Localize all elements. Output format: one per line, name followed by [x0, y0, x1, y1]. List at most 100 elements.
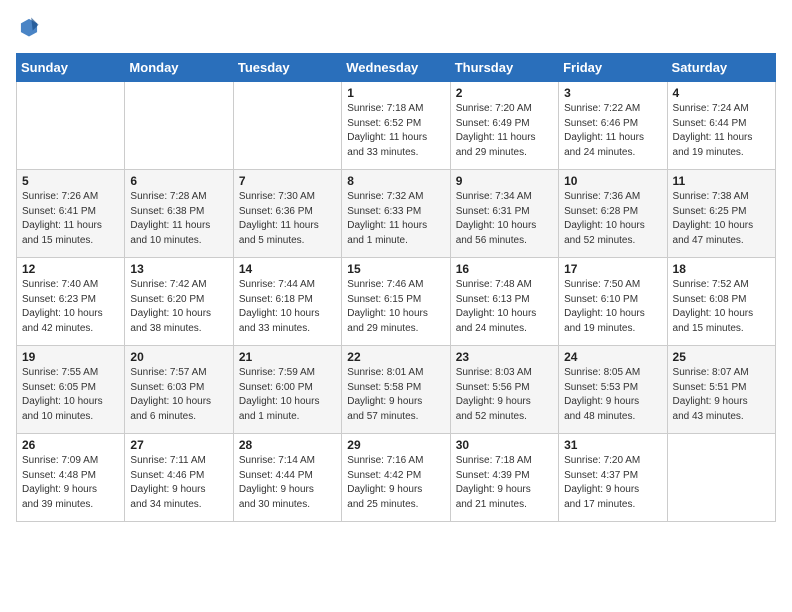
day-cell: 1Sunrise: 7:18 AM Sunset: 6:52 PM Daylig… [342, 82, 450, 170]
day-number: 31 [564, 438, 661, 452]
day-cell [125, 82, 233, 170]
day-cell: 11 Sunrise: 7:38 AM Sunset: 6:25 PM Dayli… [667, 170, 775, 258]
day-cell: 23 Sunrise: 8:03 AM Sunset: 5:56 PM Dayli… [450, 346, 558, 434]
day-cell: 15Sunrise: 7:46 AM Sunset: 6:15 PM Dayli… [342, 258, 450, 346]
day-info: Sunrise: 7:38 AM Sunset: 6:25 PM Dayligh… [673, 190, 770, 248]
day-number: 23 [456, 350, 553, 364]
day-cell: 29 Sunrise: 7:16 AM Sunset: 4:42 PM Dayli… [342, 434, 450, 522]
day-number: 7 [239, 174, 336, 188]
day-cell: 2Sunrise: 7:20 AM Sunset: 6:49 PM Daylig… [450, 82, 558, 170]
day-info: Sunrise: 8:05 AM Sunset: 5:53 PM Dayligh… [564, 366, 661, 424]
day-number: 6 [130, 174, 227, 188]
day-info: Sunrise: 7:50 AM Sunset: 6:10 PM Dayligh… [564, 278, 661, 336]
header-cell-tuesday: Tuesday [233, 54, 341, 82]
day-cell: 12 Sunrise: 7:40 AM Sunset: 6:23 PM Dayli… [17, 258, 125, 346]
day-info: Sunrise: 7:20 AM Sunset: 4:37 PM Dayligh… [564, 454, 661, 512]
day-number: 11 [673, 174, 770, 188]
day-info: Sunrise: 8:07 AM Sunset: 5:51 PM Dayligh… [673, 366, 770, 424]
day-cell: 14Sunrise: 7:44 AM Sunset: 6:18 PM Dayli… [233, 258, 341, 346]
week-row-5: 26 Sunrise: 7:09 AM Sunset: 4:48 PM Dayli… [17, 434, 776, 522]
day-info: Sunrise: 7:36 AM Sunset: 6:28 PM Dayligh… [564, 190, 661, 248]
day-info: Sunrise: 7:40 AM Sunset: 6:23 PM Dayligh… [22, 278, 119, 336]
day-cell: 31 Sunrise: 7:20 AM Sunset: 4:37 PM Dayli… [559, 434, 667, 522]
day-cell: 17 Sunrise: 7:50 AM Sunset: 6:10 PM Dayli… [559, 258, 667, 346]
day-cell: 24 Sunrise: 8:05 AM Sunset: 5:53 PM Dayli… [559, 346, 667, 434]
header-cell-monday: Monday [125, 54, 233, 82]
day-cell: 26 Sunrise: 7:09 AM Sunset: 4:48 PM Dayli… [17, 434, 125, 522]
day-number: 17 [564, 262, 661, 276]
day-cell: 16Sunrise: 7:48 AM Sunset: 6:13 PM Dayli… [450, 258, 558, 346]
day-cell: 6 Sunrise: 7:28 AM Sunset: 6:38 PM Daylig… [125, 170, 233, 258]
header-cell-wednesday: Wednesday [342, 54, 450, 82]
logo-icon [18, 16, 40, 38]
day-info: Sunrise: 7:42 AM Sunset: 6:20 PM Dayligh… [130, 278, 227, 336]
page-header [16, 16, 776, 43]
day-cell: 4 Sunrise: 7:24 AM Sunset: 6:44 PM Daylig… [667, 82, 775, 170]
header-cell-friday: Friday [559, 54, 667, 82]
calendar-body: 1Sunrise: 7:18 AM Sunset: 6:52 PM Daylig… [17, 82, 776, 522]
day-cell: 30 Sunrise: 7:18 AM Sunset: 4:39 PM Dayli… [450, 434, 558, 522]
header-cell-sunday: Sunday [17, 54, 125, 82]
day-number: 3 [564, 86, 661, 100]
day-cell: 8 Sunrise: 7:32 AM Sunset: 6:33 PM Daylig… [342, 170, 450, 258]
day-number: 27 [130, 438, 227, 452]
day-cell: 10Sunrise: 7:36 AM Sunset: 6:28 PM Dayli… [559, 170, 667, 258]
week-row-1: 1Sunrise: 7:18 AM Sunset: 6:52 PM Daylig… [17, 82, 776, 170]
day-number: 12 [22, 262, 119, 276]
day-cell [667, 434, 775, 522]
day-info: Sunrise: 8:03 AM Sunset: 5:56 PM Dayligh… [456, 366, 553, 424]
day-info: Sunrise: 7:32 AM Sunset: 6:33 PM Dayligh… [347, 190, 444, 248]
day-number: 9 [456, 174, 553, 188]
day-info: Sunrise: 7:59 AM Sunset: 6:00 PM Dayligh… [239, 366, 336, 424]
day-info: Sunrise: 7:22 AM Sunset: 6:46 PM Dayligh… [564, 102, 661, 160]
day-number: 30 [456, 438, 553, 452]
day-cell: 19Sunrise: 7:55 AM Sunset: 6:05 PM Dayli… [17, 346, 125, 434]
day-info: Sunrise: 7:46 AM Sunset: 6:15 PM Dayligh… [347, 278, 444, 336]
week-row-3: 12 Sunrise: 7:40 AM Sunset: 6:23 PM Dayli… [17, 258, 776, 346]
day-info: Sunrise: 7:20 AM Sunset: 6:49 PM Dayligh… [456, 102, 553, 160]
day-cell: 9 Sunrise: 7:34 AM Sunset: 6:31 PM Daylig… [450, 170, 558, 258]
day-info: Sunrise: 7:11 AM Sunset: 4:46 PM Dayligh… [130, 454, 227, 512]
day-info: Sunrise: 7:16 AM Sunset: 4:42 PM Dayligh… [347, 454, 444, 512]
day-number: 22 [347, 350, 444, 364]
header-cell-saturday: Saturday [667, 54, 775, 82]
day-cell: 25 Sunrise: 8:07 AM Sunset: 5:51 PM Dayli… [667, 346, 775, 434]
day-number: 13 [130, 262, 227, 276]
day-info: Sunrise: 7:24 AM Sunset: 6:44 PM Dayligh… [673, 102, 770, 160]
day-cell: 21 Sunrise: 7:59 AM Sunset: 6:00 PM Dayli… [233, 346, 341, 434]
day-number: 8 [347, 174, 444, 188]
header-cell-thursday: Thursday [450, 54, 558, 82]
day-cell: 7Sunrise: 7:30 AM Sunset: 6:36 PM Daylig… [233, 170, 341, 258]
day-info: Sunrise: 7:26 AM Sunset: 6:41 PM Dayligh… [22, 190, 119, 248]
day-info: Sunrise: 7:34 AM Sunset: 6:31 PM Dayligh… [456, 190, 553, 248]
day-info: Sunrise: 7:18 AM Sunset: 4:39 PM Dayligh… [456, 454, 553, 512]
day-cell [17, 82, 125, 170]
day-number: 29 [347, 438, 444, 452]
day-number: 18 [673, 262, 770, 276]
day-cell: 18 Sunrise: 7:52 AM Sunset: 6:08 PM Dayli… [667, 258, 775, 346]
day-info: Sunrise: 7:52 AM Sunset: 6:08 PM Dayligh… [673, 278, 770, 336]
day-number: 25 [673, 350, 770, 364]
day-number: 4 [673, 86, 770, 100]
day-cell: 22 Sunrise: 8:01 AM Sunset: 5:58 PM Dayli… [342, 346, 450, 434]
day-info: Sunrise: 7:09 AM Sunset: 4:48 PM Dayligh… [22, 454, 119, 512]
day-cell: 5Sunrise: 7:26 AM Sunset: 6:41 PM Daylig… [17, 170, 125, 258]
day-number: 21 [239, 350, 336, 364]
day-cell [233, 82, 341, 170]
calendar-table: SundayMondayTuesdayWednesdayThursdayFrid… [16, 53, 776, 522]
day-number: 16 [456, 262, 553, 276]
day-info: Sunrise: 7:28 AM Sunset: 6:38 PM Dayligh… [130, 190, 227, 248]
day-number: 24 [564, 350, 661, 364]
day-cell: 3 Sunrise: 7:22 AM Sunset: 6:46 PM Daylig… [559, 82, 667, 170]
day-info: Sunrise: 7:55 AM Sunset: 6:05 PM Dayligh… [22, 366, 119, 424]
day-cell: 27 Sunrise: 7:11 AM Sunset: 4:46 PM Dayli… [125, 434, 233, 522]
day-info: Sunrise: 7:18 AM Sunset: 6:52 PM Dayligh… [347, 102, 444, 160]
logo [16, 16, 42, 43]
week-row-2: 5Sunrise: 7:26 AM Sunset: 6:41 PM Daylig… [17, 170, 776, 258]
week-row-4: 19Sunrise: 7:55 AM Sunset: 6:05 PM Dayli… [17, 346, 776, 434]
day-info: Sunrise: 7:44 AM Sunset: 6:18 PM Dayligh… [239, 278, 336, 336]
day-info: Sunrise: 7:57 AM Sunset: 6:03 PM Dayligh… [130, 366, 227, 424]
day-info: Sunrise: 7:14 AM Sunset: 4:44 PM Dayligh… [239, 454, 336, 512]
day-info: Sunrise: 8:01 AM Sunset: 5:58 PM Dayligh… [347, 366, 444, 424]
day-number: 26 [22, 438, 119, 452]
